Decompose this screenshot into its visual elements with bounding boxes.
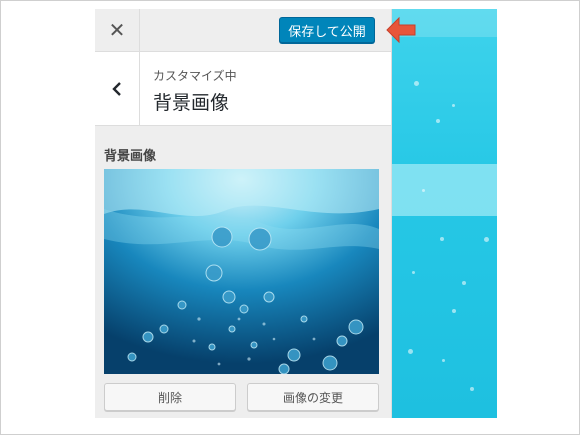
section-header: カスタマイズ中 背景画像 bbox=[95, 52, 391, 126]
site-preview[interactable] bbox=[392, 9, 497, 418]
control-label: 背景画像 bbox=[104, 149, 157, 164]
remove-image-button[interactable]: 削除 bbox=[104, 383, 236, 411]
section-title: 背景画像 bbox=[153, 92, 230, 114]
close-icon: ✕ bbox=[108, 18, 126, 42]
customizer-panel: ✕ 保存して公開 カスタマイズ中 背景画像 背景画像 削除 画像の変更 bbox=[95, 9, 392, 418]
arrow-annotation-icon bbox=[386, 16, 416, 44]
section-subtitle: カスタマイズ中 bbox=[153, 69, 237, 83]
preview-content-strip bbox=[392, 164, 497, 216]
change-image-button[interactable]: 画像の変更 bbox=[247, 383, 379, 411]
save-and-publish-button[interactable]: 保存して公開 bbox=[279, 17, 375, 43]
back-button[interactable] bbox=[95, 52, 140, 125]
customizer-header: ✕ 保存して公開 bbox=[95, 9, 391, 52]
chevron-left-icon bbox=[112, 81, 121, 96]
close-button[interactable]: ✕ bbox=[95, 9, 140, 51]
background-image-thumbnail bbox=[104, 169, 379, 374]
